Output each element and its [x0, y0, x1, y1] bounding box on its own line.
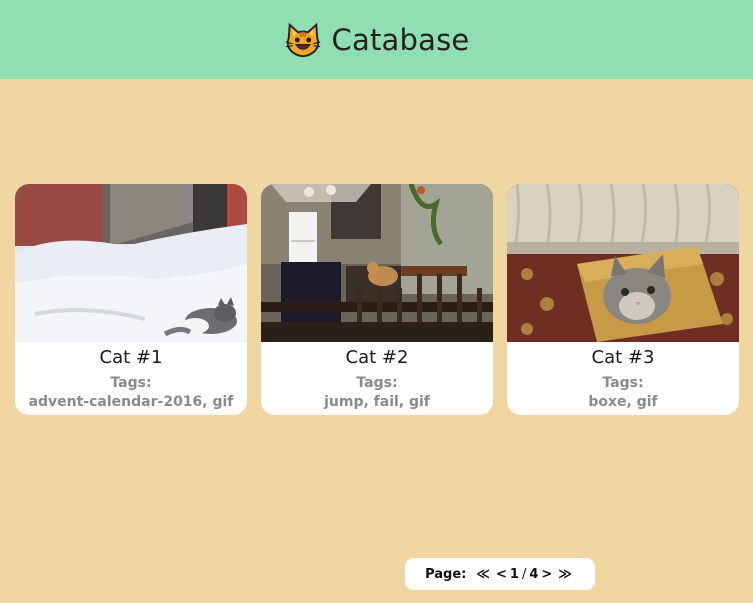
tags-value: jump, fail, gif — [324, 394, 430, 410]
tags-label: Tags: — [356, 375, 398, 391]
cat-photo[interactable] — [15, 184, 247, 342]
current-page: 1 — [509, 566, 519, 582]
cat-photo[interactable] — [261, 184, 493, 342]
cat-name: Cat #2 — [345, 347, 409, 368]
total-pages: 4 — [529, 566, 539, 582]
cat-card[interactable]: Cat #2 Tags: jump, fail, gif — [261, 184, 493, 415]
cat-card[interactable]: Cat #1 Tags: advent-calendar-2016, gif — [15, 184, 247, 415]
tags-value: boxe, gif — [588, 394, 658, 410]
last-page-button[interactable]: ≫ — [555, 567, 575, 582]
cat-card[interactable]: Cat #3 Tags: boxe, gif — [507, 184, 739, 415]
cat-name: Cat #3 — [591, 347, 655, 368]
page-separator: / — [521, 566, 527, 582]
app-header: Catabase — [0, 0, 753, 79]
pagination: Page: ≪ < 1 / 4 > ≫ — [405, 558, 595, 590]
first-page-button[interactable]: ≪ — [473, 567, 493, 582]
page-label: Page: — [425, 566, 467, 582]
tags-label: Tags: — [602, 375, 644, 391]
app-title: Catabase — [331, 22, 470, 57]
previous-page-button[interactable]: < — [493, 567, 510, 582]
tags-label: Tags: — [110, 375, 152, 391]
cat-face-icon — [285, 22, 320, 57]
brand[interactable]: Catabase — [284, 21, 470, 59]
next-page-button[interactable]: > — [538, 567, 555, 582]
cat-photo[interactable] — [507, 184, 739, 342]
tags-value: advent-calendar-2016, gif — [28, 394, 234, 410]
cat-name: Cat #1 — [99, 347, 163, 368]
